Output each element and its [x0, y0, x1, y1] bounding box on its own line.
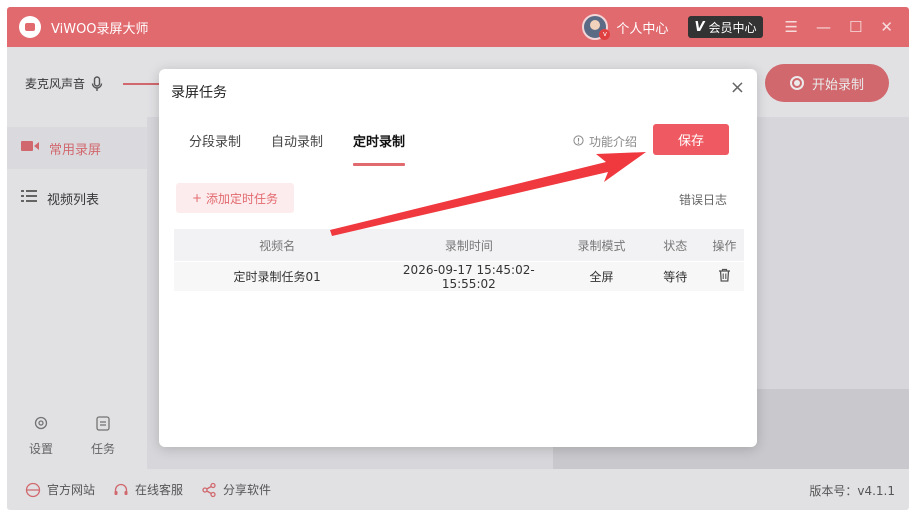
task-mode-cell: 全屏	[589, 270, 614, 284]
add-task-label: 添加定时任务	[206, 191, 279, 206]
task-time-cell: 2026-09-17 15:45:02-15:55:02	[402, 262, 535, 291]
task-status-cell: 等待	[663, 270, 688, 284]
delete-task-button[interactable]	[705, 268, 744, 285]
task-tabs: 分段录制 自动录制 定时录制	[189, 131, 406, 166]
table-row: 定时录制任务01 2026-09-17 15:45:02-15:55:02 全屏…	[174, 261, 744, 291]
profile-center-link[interactable]: 个人中心	[616, 18, 668, 37]
save-button[interactable]: 保存	[653, 124, 729, 155]
tab-scheduled-recording[interactable]: 定时录制	[353, 131, 406, 166]
column-header: 录制时间	[444, 238, 493, 253]
dialog-title: 录屏任务	[171, 85, 227, 101]
info-circle-icon	[573, 134, 584, 149]
vip-center-button[interactable]: V 会员中心	[688, 16, 763, 38]
add-scheduled-task-button[interactable]: + 添加定时任务	[176, 183, 294, 213]
app-logo-icon	[19, 16, 41, 38]
trash-icon	[718, 268, 731, 285]
user-avatar[interactable]: v	[582, 14, 611, 40]
table-header: 视频名 录制时间 录制模式 状态 操作	[174, 229, 744, 261]
close-window-icon[interactable]: ✕	[880, 18, 893, 36]
plus-icon: +	[191, 191, 203, 205]
minimize-icon[interactable]: —	[816, 18, 831, 36]
close-icon[interactable]: ×	[730, 79, 745, 97]
maximize-icon[interactable]: ☐	[849, 18, 862, 36]
feature-intro-label: 功能介绍	[589, 135, 638, 149]
tab-segment-recording[interactable]: 分段录制	[189, 131, 241, 150]
task-name-cell: 定时录制任务01	[233, 270, 321, 284]
tab-auto-recording[interactable]: 自动录制	[271, 131, 323, 150]
app-title: ViWOO录屏大师	[51, 21, 149, 37]
menu-icon[interactable]: ☰	[785, 18, 798, 36]
vip-center-label: 会员中心	[708, 20, 757, 35]
column-header: 状态	[663, 238, 688, 253]
column-header: 视频名	[259, 238, 296, 253]
scheduled-task-table: 视频名 录制时间 录制模式 状态 操作 定时录制任务01 2026-09-17 …	[174, 229, 744, 291]
vip-badge-icon: v	[599, 29, 611, 40]
feature-intro-link[interactable]: 功能介绍	[573, 133, 637, 150]
title-bar: ViWOO录屏大师 v 个人中心 V 会员中心 ☰ — ☐ ✕	[7, 7, 909, 47]
column-header: 操作	[712, 238, 737, 253]
column-header: 录制模式	[577, 238, 626, 253]
app-window: ViWOO录屏大师 v 个人中心 V 会员中心 ☰ — ☐ ✕ 麦克风声音 开始…	[7, 7, 909, 510]
vip-icon: V	[694, 19, 705, 35]
recording-tasks-dialog: 录屏任务 × 分段录制 自动录制 定时录制 功能介绍 保存 + 添加定时任务 错…	[159, 69, 757, 447]
error-log-link[interactable]: 错误日志	[679, 191, 727, 208]
